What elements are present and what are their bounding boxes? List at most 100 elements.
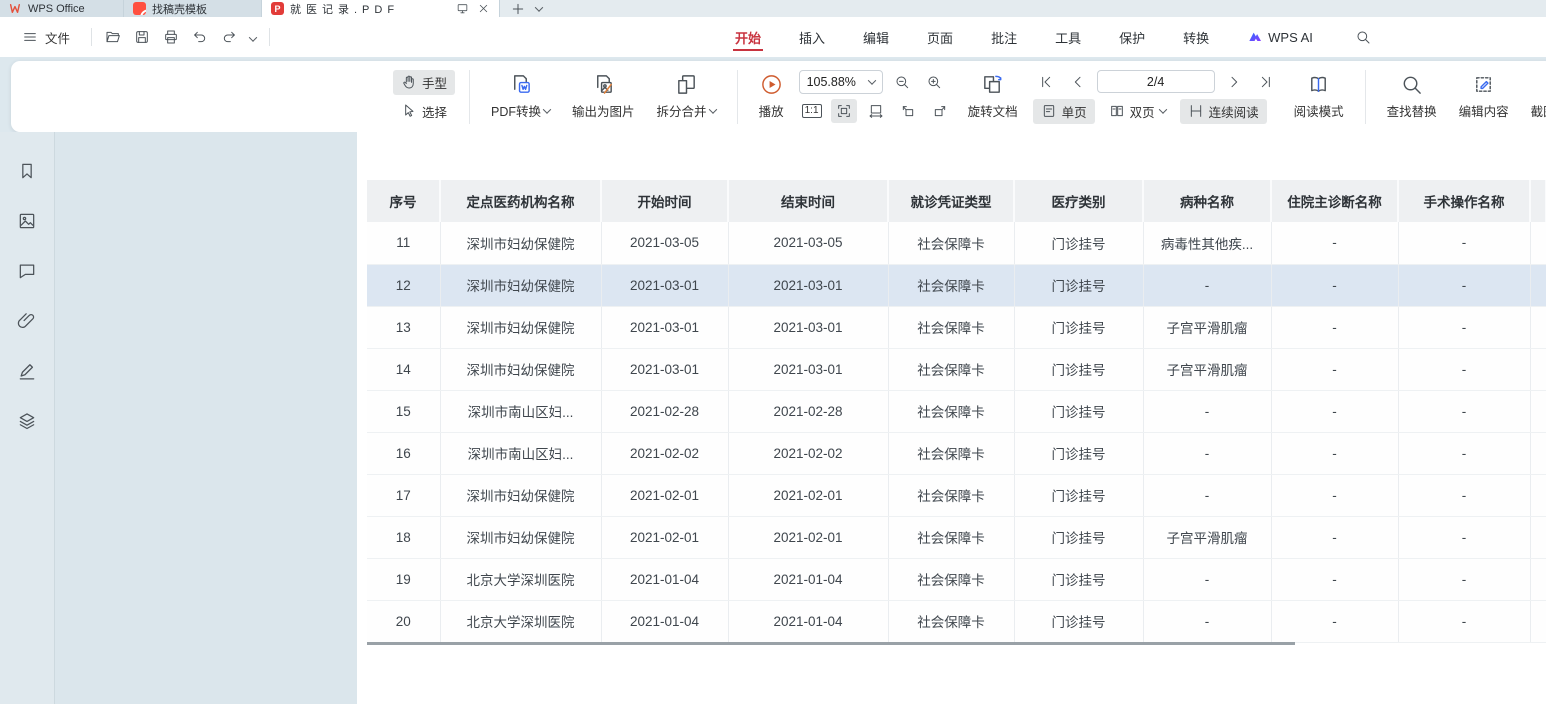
divider <box>1365 70 1366 124</box>
layers-panel-icon[interactable] <box>12 406 42 436</box>
table-row[interactable]: 12深圳市妇幼保健院2021-03-012021-03-01社会保障卡门诊挂号-… <box>367 264 1546 306</box>
table-cell: 18 <box>367 516 440 558</box>
export-image-label: 输出为图片 <box>572 101 635 120</box>
table-cell: 社会保障卡 <box>888 432 1014 474</box>
table-cell: - <box>1398 390 1530 432</box>
read-mode-button[interactable]: 阅读模式 <box>1287 71 1351 122</box>
ribbon-tab-insert[interactable]: 插入 <box>797 24 827 51</box>
tab-close-icon[interactable] <box>477 2 490 15</box>
next-page-button[interactable] <box>1221 70 1247 94</box>
hand-tool-button[interactable]: 手型 <box>393 70 455 95</box>
split-merge-label: 拆分合并 <box>657 101 707 120</box>
edit-content-button[interactable]: 编辑内容 <box>1452 71 1516 122</box>
table-row[interactable]: 11深圳市妇幼保健院2021-03-052021-03-05社会保障卡门诊挂号病… <box>367 222 1546 264</box>
fit-page-button[interactable] <box>831 99 857 123</box>
single-page-button[interactable]: 单页 <box>1033 99 1095 124</box>
select-tool-button[interactable]: 选择 <box>393 99 455 124</box>
table-cell: 2021-03-01 <box>601 306 728 348</box>
zoom-in-button[interactable] <box>921 70 947 94</box>
tab-detach-icon[interactable] <box>456 2 469 15</box>
ribbon-tab-tools[interactable]: 工具 <box>1053 24 1083 51</box>
redo-icon[interactable] <box>221 29 237 45</box>
table-row[interactable]: 19北京大学深圳医院2021-01-042021-01-04社会保障卡门诊挂号-… <box>367 558 1546 600</box>
single-page-label: 单页 <box>1062 102 1087 121</box>
more-commands-chevron-icon[interactable] <box>250 30 256 45</box>
divider <box>737 70 738 124</box>
zoom-out-icon <box>894 74 910 90</box>
signature-panel-icon[interactable] <box>12 356 42 386</box>
rotate-right-button[interactable] <box>927 99 953 123</box>
double-page-button[interactable]: 双页 <box>1101 99 1174 124</box>
table-cell: 门诊挂号 <box>1014 222 1143 264</box>
table-row[interactable]: 18深圳市妇幼保健院2021-02-012021-02-01社会保障卡门诊挂号子… <box>367 516 1546 558</box>
table-cell: - <box>1398 516 1530 558</box>
wps-ai-button[interactable]: WPS AI <box>1245 25 1315 49</box>
table-cell: - <box>1143 474 1271 516</box>
table-row[interactable]: 16深圳市南山区妇...2021-02-022021-02-02社会保障卡门诊挂… <box>367 432 1546 474</box>
actual-size-button[interactable]: 1:1 <box>799 99 825 123</box>
table-cell <box>1530 390 1546 432</box>
print-icon[interactable] <box>163 29 179 45</box>
first-page-button[interactable] <box>1033 70 1059 94</box>
page-number-input[interactable]: 2/4 <box>1097 70 1215 93</box>
fit-width-button[interactable] <box>863 99 889 123</box>
table-cell: 社会保障卡 <box>888 474 1014 516</box>
table-cell <box>1530 558 1546 600</box>
ribbon-tab-convert[interactable]: 转换 <box>1181 24 1211 51</box>
header-inpatient-diagnosis: 住院主诊断名称 <box>1271 180 1398 222</box>
zoom-level-value: 105.88% <box>807 75 856 89</box>
zoom-level-select[interactable]: 105.88% <box>799 70 883 94</box>
play-button[interactable]: 播放 <box>752 71 791 122</box>
continuous-read-button[interactable]: 连续阅读 <box>1180 99 1267 124</box>
ribbon-tab-page[interactable]: 页面 <box>925 24 955 51</box>
open-file-icon[interactable] <box>105 29 121 45</box>
table-cell: 门诊挂号 <box>1014 432 1143 474</box>
save-icon[interactable] <box>134 29 150 45</box>
play-label: 播放 <box>759 101 784 120</box>
double-page-icon <box>1109 103 1125 119</box>
thumbnails-panel-icon[interactable] <box>12 206 42 236</box>
last-page-icon <box>1258 74 1274 90</box>
table-cell: - <box>1398 222 1530 264</box>
attachments-panel-icon[interactable] <box>12 306 42 336</box>
screenshot-compare-button[interactable]: 截图对比 <box>1524 71 1546 122</box>
table-cell: - <box>1271 390 1398 432</box>
table-row[interactable]: 14深圳市妇幼保健院2021-03-012021-03-01社会保障卡门诊挂号子… <box>367 348 1546 390</box>
find-replace-button[interactable]: 查找替换 <box>1380 71 1444 122</box>
tab-list-chevron-icon[interactable] <box>536 3 542 15</box>
tab-medical-record-pdf[interactable]: P 就医记录.PDF <box>262 0 500 17</box>
ribbon-search-icon[interactable] <box>1355 29 1371 45</box>
document-page[interactable]: 序号 定点医药机构名称 开始时间 结束时间 就诊凭证类型 医疗类别 病种名称 住… <box>357 132 1546 704</box>
ribbon-tab-protect[interactable]: 保护 <box>1117 24 1147 51</box>
table-row[interactable]: 15深圳市南山区妇...2021-02-282021-02-28社会保障卡门诊挂… <box>367 390 1546 432</box>
undo-icon[interactable] <box>192 29 208 45</box>
previous-page-button[interactable] <box>1065 70 1091 94</box>
tab-wps-office[interactable]: WPS Office <box>0 0 124 17</box>
tab-docer-template[interactable]: 找稿壳模板 <box>124 0 262 17</box>
bookmarks-panel-icon[interactable] <box>12 156 42 186</box>
pdf-convert-button[interactable]: PDF转换 <box>484 71 557 122</box>
medical-records-table: 序号 定点医药机构名称 开始时间 结束时间 就诊凭证类型 医疗类别 病种名称 住… <box>367 180 1546 643</box>
table-row[interactable]: 17深圳市妇幼保健院2021-02-012021-02-01社会保障卡门诊挂号-… <box>367 474 1546 516</box>
navigation-panel[interactable] <box>55 132 357 704</box>
table-cell: 深圳市妇幼保健院 <box>440 516 601 558</box>
header-institution: 定点医药机构名称 <box>440 180 601 222</box>
read-mode-icon <box>1307 73 1330 96</box>
export-image-button[interactable]: 输出为图片 <box>565 71 642 122</box>
ribbon-tab-home[interactable]: 开始 <box>733 24 763 51</box>
rotate-left-button[interactable] <box>895 99 921 123</box>
table-row[interactable]: 13深圳市妇幼保健院2021-03-012021-03-01社会保障卡门诊挂号子… <box>367 306 1546 348</box>
table-row[interactable]: 20北京大学深圳医院2021-01-042021-01-04社会保障卡门诊挂号-… <box>367 600 1546 642</box>
zoom-out-button[interactable] <box>889 70 915 94</box>
last-page-button[interactable] <box>1253 70 1279 94</box>
split-merge-button[interactable]: 拆分合并 <box>650 71 723 122</box>
file-menu-button[interactable]: 文件 <box>14 25 78 50</box>
tab-label: WPS Office <box>28 3 85 15</box>
rotate-document-button[interactable]: 旋转文档 <box>961 71 1025 122</box>
header-end-time: 结束时间 <box>728 180 888 222</box>
ribbon-tab-comment[interactable]: 批注 <box>989 24 1019 51</box>
table-cell: - <box>1271 264 1398 306</box>
ribbon-tab-edit[interactable]: 编辑 <box>861 24 891 51</box>
comments-panel-icon[interactable] <box>12 256 42 286</box>
new-tab-icon[interactable] <box>510 1 526 17</box>
